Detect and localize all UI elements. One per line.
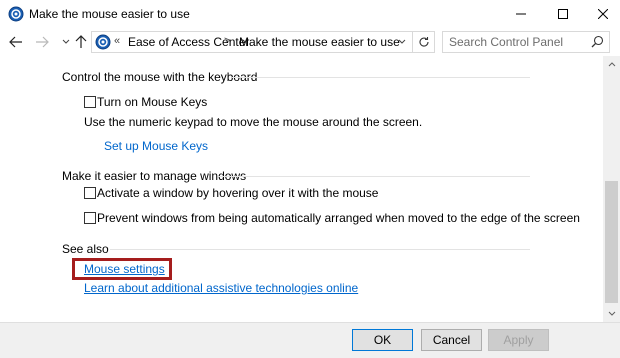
section-title-keyboard: Control the mouse with the keyboard xyxy=(62,70,258,84)
content-area: Control the mouse with the keyboard Turn… xyxy=(0,56,603,322)
back-button[interactable] xyxy=(6,32,26,52)
refresh-icon xyxy=(418,37,429,47)
apply-button[interactable]: Apply xyxy=(488,329,549,351)
close-button[interactable] xyxy=(586,0,620,28)
window: Make the mouse easier to use « Ease of A… xyxy=(0,0,620,358)
section-divider xyxy=(110,249,530,250)
chevron-up-icon xyxy=(608,62,615,67)
breadcrumb-current-page[interactable]: Make the mouse easier to use xyxy=(239,35,400,49)
up-button[interactable] xyxy=(71,32,91,52)
section-divider xyxy=(232,77,530,78)
prevent-arrange-checkbox[interactable] xyxy=(84,212,96,224)
title-bar: Make the mouse easier to use xyxy=(0,0,620,28)
breadcrumb-ease-of-access-center[interactable]: Ease of Access Center xyxy=(128,35,249,49)
set-up-mouse-keys-link[interactable]: Set up Mouse Keys xyxy=(104,139,208,153)
vertical-scrollbar[interactable] xyxy=(603,56,620,322)
address-overflow-chevrons[interactable]: « xyxy=(114,35,120,47)
navigation-bar: « Ease of Access Center > Make the mouse… xyxy=(0,28,620,56)
assistive-technologies-link[interactable]: Learn about additional assistive technol… xyxy=(84,281,358,295)
scroll-down-button[interactable] xyxy=(603,305,620,322)
mouse-keys-label[interactable]: Turn on Mouse Keys xyxy=(97,95,207,109)
hover-activate-checkbox[interactable] xyxy=(84,187,96,199)
arrow-up-icon xyxy=(75,35,87,48)
maximize-button[interactable] xyxy=(546,0,580,28)
minimize-button[interactable] xyxy=(504,0,538,28)
mouse-settings-link[interactable]: Mouse settings xyxy=(84,262,165,276)
ease-of-access-icon xyxy=(95,34,111,50)
minimize-icon xyxy=(516,13,526,15)
breadcrumb-separator[interactable]: > xyxy=(224,35,230,47)
search-input[interactable] xyxy=(449,34,584,50)
ease-of-access-icon xyxy=(8,6,24,22)
search-box[interactable] xyxy=(442,31,610,53)
arrow-left-icon xyxy=(9,36,22,48)
chevron-down-icon xyxy=(398,39,406,44)
address-dropdown-button[interactable] xyxy=(393,34,411,50)
section-divider xyxy=(218,176,530,177)
ok-button[interactable]: OK xyxy=(352,329,413,351)
search-icon[interactable] xyxy=(591,35,604,51)
dialog-footer: OK Cancel Apply xyxy=(0,322,620,358)
close-icon xyxy=(598,9,608,19)
hover-activate-label[interactable]: Activate a window by hovering over it wi… xyxy=(97,186,378,200)
mouse-keys-checkbox[interactable] xyxy=(84,96,96,108)
chevron-down-icon xyxy=(608,311,615,316)
window-title: Make the mouse easier to use xyxy=(29,7,190,21)
scroll-up-button[interactable] xyxy=(603,56,620,73)
mouse-keys-description: Use the numeric keypad to move the mouse… xyxy=(84,115,423,129)
maximize-icon xyxy=(558,9,568,19)
arrow-right-icon xyxy=(36,36,49,48)
cancel-button[interactable]: Cancel xyxy=(421,329,482,351)
address-bar[interactable]: « Ease of Access Center > Make the mouse… xyxy=(91,31,413,53)
section-title-see-also: See also xyxy=(62,242,109,256)
chevron-down-icon xyxy=(62,39,70,44)
forward-button[interactable] xyxy=(32,32,52,52)
scroll-thumb[interactable] xyxy=(605,181,618,303)
prevent-arrange-label[interactable]: Prevent windows from being automatically… xyxy=(97,211,580,225)
refresh-button[interactable] xyxy=(413,31,435,53)
